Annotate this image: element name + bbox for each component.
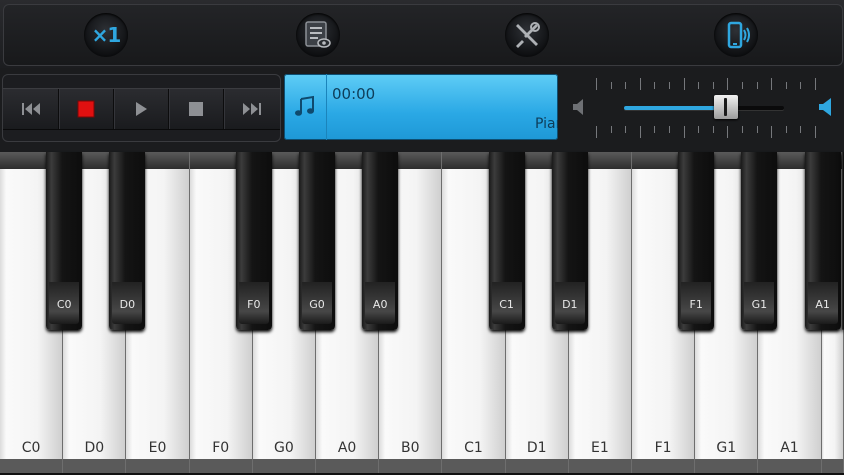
- vibration-button[interactable]: [714, 13, 758, 57]
- settings-button[interactable]: [505, 13, 549, 57]
- white-key-label: C1: [464, 440, 483, 456]
- volume-tick: [800, 126, 802, 133]
- control-row: 00:00 Piano: [0, 68, 844, 152]
- black-key-label: G1: [751, 298, 768, 311]
- song-display[interactable]: 00:00 Piano: [284, 74, 558, 140]
- play-button[interactable]: [113, 89, 169, 129]
- volume-tick: [727, 126, 729, 138]
- stop-button[interactable]: [168, 89, 224, 129]
- play-icon: [135, 102, 147, 116]
- volume-tick: [727, 78, 729, 90]
- black-key-f1[interactable]: F1: [678, 152, 715, 330]
- white-key-label: C0: [21, 440, 41, 456]
- volume-tick: [800, 82, 802, 89]
- white-key-label: G0: [274, 440, 294, 456]
- transport-strip: [3, 88, 280, 130]
- white-key-label: G1: [716, 440, 737, 456]
- record-icon: [77, 100, 94, 118]
- speed-multiplier-icon: ×1: [91, 23, 122, 47]
- black-key-label: D1: [562, 298, 578, 311]
- volume-tick: [756, 82, 758, 89]
- top-toolbar: ×1: [0, 0, 844, 69]
- white-key-label: D0: [84, 440, 105, 456]
- black-key-label: A1: [815, 298, 830, 311]
- white-key-label: A1: [780, 440, 799, 456]
- volume-control: [566, 68, 844, 152]
- black-key-a1[interactable]: A1: [804, 152, 841, 330]
- volume-tick: [785, 126, 787, 133]
- volume-tick: [625, 82, 627, 89]
- white-key-label: D1: [526, 440, 547, 456]
- volume-tick: [654, 82, 656, 89]
- white-key-label: B0: [401, 440, 420, 456]
- volume-tick: [712, 82, 714, 89]
- time-readout: 00:00: [332, 85, 376, 103]
- volume-tick: [639, 78, 641, 90]
- rewind-to-start-icon: [21, 103, 40, 115]
- volume-tick: [625, 126, 627, 133]
- volume-tick: [639, 126, 641, 138]
- black-key-d1[interactable]: D1: [551, 152, 588, 330]
- phone-vibrate-icon: [727, 21, 750, 49]
- volume-tick: [596, 126, 597, 138]
- speed-multiplier-button[interactable]: ×1: [84, 13, 128, 57]
- white-key-label: F0: [212, 440, 230, 456]
- volume-tick: [712, 126, 714, 133]
- black-key-g0[interactable]: G0: [299, 152, 335, 330]
- settings-tools-icon: [516, 22, 540, 48]
- volume-tick: [698, 82, 700, 89]
- piano-keyboard: C0 D0 E0 F0 G0 A0 B0 C1 D1 E1 F1 G1 A1 C0 D0 F0 G0 A0 C1 D1…: [0, 152, 844, 475]
- note-button[interactable]: [284, 74, 327, 140]
- music-note-icon: [295, 95, 314, 116]
- black-key-label: F0: [247, 298, 261, 311]
- volume-tick: [771, 78, 773, 90]
- volume-thumb[interactable]: [714, 95, 739, 119]
- volume-tick: [683, 78, 685, 90]
- volume-tick: [610, 126, 612, 133]
- volume-fill: [624, 106, 727, 110]
- black-key-label: G0: [309, 298, 325, 311]
- white-key-label: E1: [591, 440, 609, 456]
- volume-tick: [771, 126, 773, 138]
- white-key-label: E0: [148, 440, 167, 456]
- black-key-c0[interactable]: C0: [46, 152, 83, 330]
- volume-high-icon: [819, 98, 831, 116]
- volume-tick: [815, 126, 816, 138]
- white-key-label: F1: [654, 440, 672, 456]
- song-list-icon: [305, 21, 331, 48]
- white-key-label: A0: [337, 440, 357, 456]
- volume-tick: [785, 82, 787, 89]
- volume-tick: [654, 126, 656, 133]
- volume-tick: [698, 126, 700, 133]
- black-key-a0[interactable]: A0: [362, 152, 399, 330]
- black-key-label: A0: [372, 298, 388, 311]
- black-key-label: D0: [119, 298, 136, 311]
- skip-to-end-button[interactable]: [223, 89, 280, 129]
- volume-tick: [596, 78, 597, 90]
- skip-to-end-icon: [242, 103, 261, 115]
- black-key-label: C1: [499, 298, 514, 311]
- song-list-button[interactable]: [296, 13, 340, 57]
- track-name: Piano: [535, 116, 558, 132]
- volume-tick: [669, 126, 670, 133]
- rewind-button[interactable]: [3, 89, 59, 129]
- volume-tick: [756, 126, 758, 133]
- black-key-d0[interactable]: D0: [109, 152, 146, 330]
- volume-tick: [815, 78, 816, 90]
- black-key-label: C0: [56, 298, 72, 311]
- volume-tick: [669, 82, 670, 89]
- volume-slider[interactable]: [624, 95, 784, 119]
- record-button[interactable]: [58, 89, 114, 129]
- stop-icon: [188, 102, 203, 116]
- black-key-f0[interactable]: F0: [235, 152, 272, 330]
- volume-tick: [742, 126, 743, 133]
- volume-low-icon: [573, 99, 583, 115]
- black-key-c1[interactable]: C1: [488, 152, 525, 330]
- volume-tick: [742, 82, 743, 89]
- volume-tick: [683, 126, 685, 138]
- black-key-g1[interactable]: G1: [741, 152, 778, 330]
- black-key-label: F1: [689, 298, 703, 311]
- transport-controls: [2, 74, 281, 142]
- volume-tick: [610, 82, 612, 89]
